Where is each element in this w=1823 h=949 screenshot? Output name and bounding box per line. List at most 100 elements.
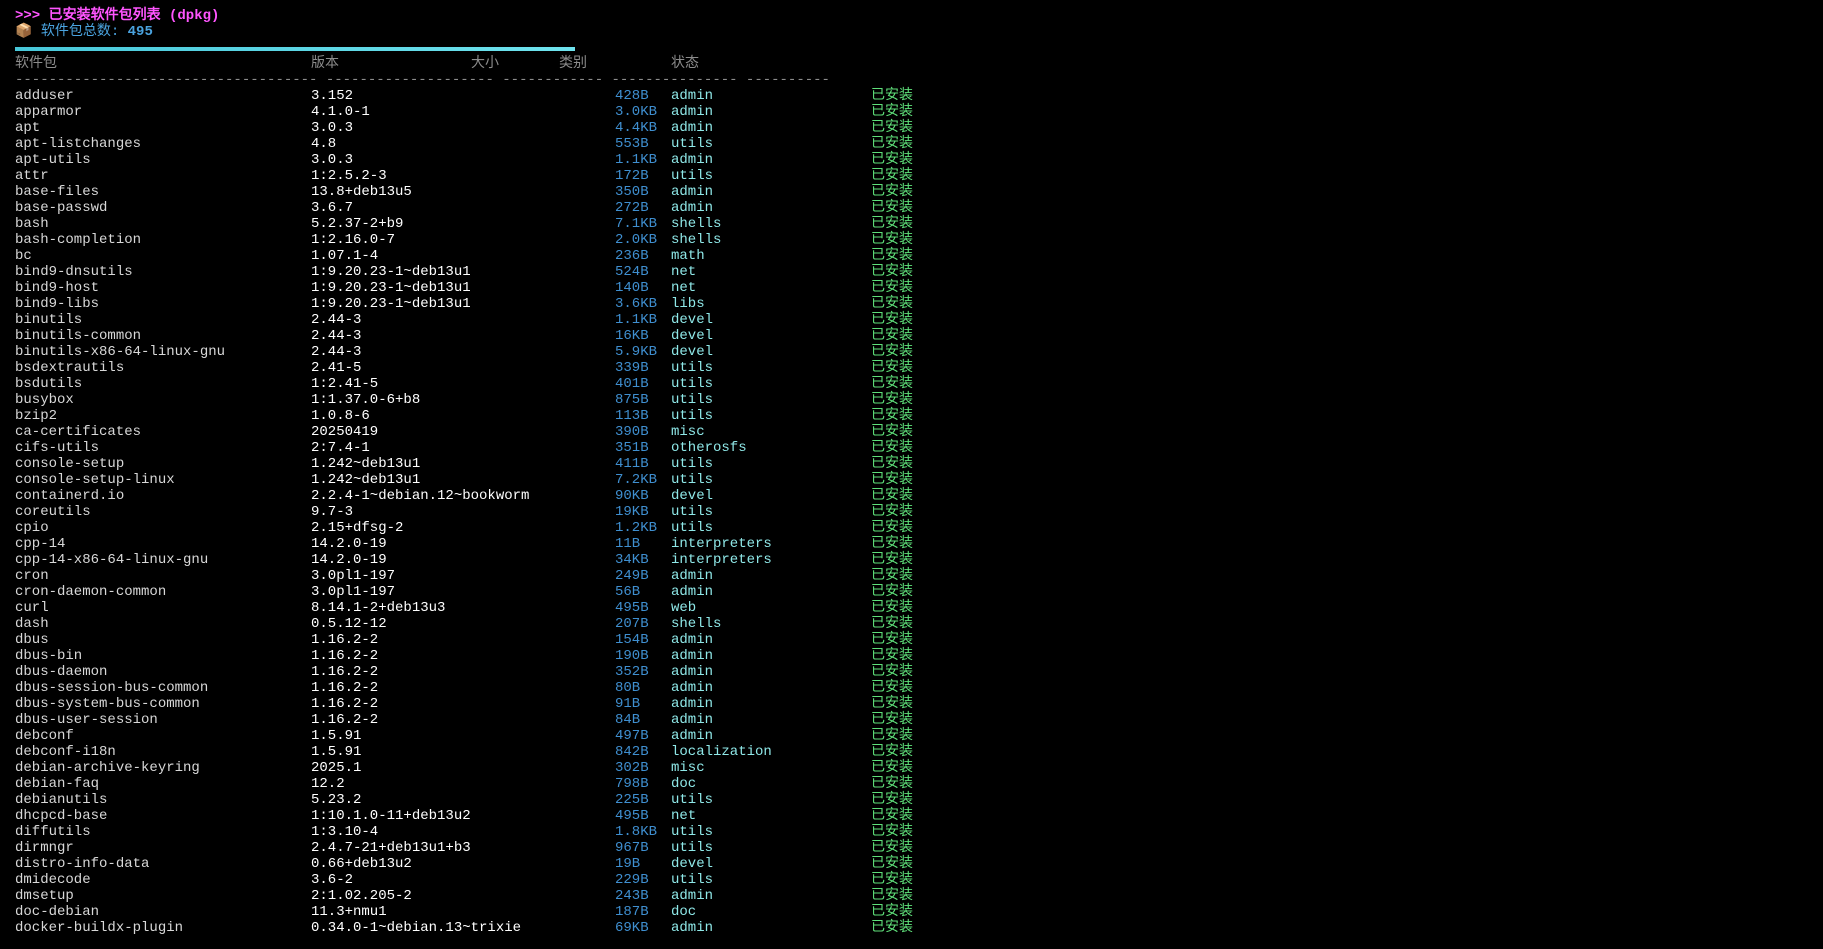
package-category: admin <box>671 104 714 120</box>
table-row: apt-utils 3.0.3 1.1KB admin 已安装 <box>15 152 1815 168</box>
package-name: docker-buildx-plugin <box>15 920 184 936</box>
table-row: bash 5.2.37-2+b9 7.1KB shells 已安装 <box>15 216 1815 232</box>
package-name: dbus-daemon <box>15 664 108 680</box>
package-name: cron-daemon-common <box>15 584 167 600</box>
package-version: 5.2.37-2+b9 <box>311 216 404 232</box>
package-version: 1:9.20.23-1~deb13u1 <box>311 264 471 280</box>
table-row: bzip2 1.0.8-6 113B utils 已安装 <box>15 408 1815 424</box>
package-name: bzip2 <box>15 408 58 424</box>
package-category: utils <box>671 168 714 184</box>
package-status: 已安装 <box>871 88 913 104</box>
package-status: 已安装 <box>871 392 913 408</box>
package-size: 1.1KB <box>615 152 658 168</box>
package-category: admin <box>671 88 714 104</box>
package-status: 已安装 <box>871 152 913 168</box>
package-status: 已安装 <box>871 792 913 808</box>
package-size: 172B <box>615 168 649 184</box>
table-row: console-setup-linux 1.242~deb13u1 7.2KB uti… <box>15 472 1815 488</box>
package-size: 225B <box>615 792 649 808</box>
column-header-size: 大小 <box>471 56 499 72</box>
table-row: dash 0.5.12-12 207B shells 已安装 <box>15 616 1815 632</box>
package-version: 2.44-3 <box>311 344 362 360</box>
package-status: 已安装 <box>871 136 913 152</box>
package-category: admin <box>671 584 714 600</box>
package-version: 2.15+dfsg-2 <box>311 520 404 536</box>
package-status: 已安装 <box>871 632 913 648</box>
package-status: 已安装 <box>871 344 913 360</box>
package-name: bind9-libs <box>15 296 100 312</box>
package-status: 已安装 <box>871 824 913 840</box>
package-name: binutils-x86-64-linux-gnu <box>15 344 226 360</box>
package-status: 已安装 <box>871 264 913 280</box>
package-version: 1.0.8-6 <box>311 408 370 424</box>
package-name: binutils <box>15 312 83 328</box>
progress-bar <box>15 47 575 51</box>
table-row: containerd.io 2.2.4-1~debian.12~bookworm 9… <box>15 488 1815 504</box>
package-status: 已安装 <box>871 648 913 664</box>
package-category: devel <box>671 488 714 504</box>
table-row: cron 3.0pl1-197 249B admin 已安装 <box>15 568 1815 584</box>
table-row: adduser 3.152 428B admin 已安装 <box>15 88 1815 104</box>
package-status: 已安装 <box>871 248 913 264</box>
package-category: misc <box>671 424 705 440</box>
package-version: 1.242~deb13u1 <box>311 472 421 488</box>
package-name: ca-certificates <box>15 424 142 440</box>
table-row: diffutils 1:3.10-4 1.8KB utils 已安装 <box>15 824 1815 840</box>
package-status: 已安装 <box>871 296 913 312</box>
package-version: 2.44-3 <box>311 312 362 328</box>
package-category: admin <box>671 568 714 584</box>
package-size: 7.1KB <box>615 216 658 232</box>
package-status: 已安装 <box>871 584 913 600</box>
package-size: 90KB <box>615 488 649 504</box>
table-row: bc 1.07.1-4 236B math 已安装 <box>15 248 1815 264</box>
package-category: misc <box>671 760 705 776</box>
package-size: 272B <box>615 200 649 216</box>
package-size: 428B <box>615 88 649 104</box>
package-version: 1.242~deb13u1 <box>311 456 421 472</box>
table-row: dbus-bin 1.16.2-2 190B admin 已安装 <box>15 648 1815 664</box>
package-name: base-passwd <box>15 200 108 216</box>
package-version: 12.2 <box>311 776 345 792</box>
package-size: 339B <box>615 360 649 376</box>
package-size: 524B <box>615 264 649 280</box>
table-row: dbus 1.16.2-2 154B admin 已安装 <box>15 632 1815 648</box>
package-name: dirmngr <box>15 840 74 856</box>
package-category: devel <box>671 312 714 328</box>
package-name: apt-listchanges <box>15 136 142 152</box>
package-size: 875B <box>615 392 649 408</box>
package-version: 1.16.2-2 <box>311 632 379 648</box>
package-version: 11.3+nmu1 <box>311 904 387 920</box>
package-status: 已安装 <box>871 712 913 728</box>
package-category: devel <box>671 328 714 344</box>
package-status: 已安装 <box>871 312 913 328</box>
table-row: bash-completion 1:2.16.0-7 2.0KB shells 已安装 <box>15 232 1815 248</box>
package-size: 3.0KB <box>615 104 658 120</box>
package-size: 207B <box>615 616 649 632</box>
table-row: bind9-host 1:9.20.23-1~deb13u1 140B net 已安装 <box>15 280 1815 296</box>
table-row: binutils-common 2.44-3 16KB devel 已安装 <box>15 328 1815 344</box>
package-name: busybox <box>15 392 74 408</box>
package-version: 2.4.7-21+deb13u1+b3 <box>311 840 471 856</box>
table-row: docker-buildx-plugin 0.34.0-1~debian.13~t… <box>15 920 1815 936</box>
package-name: bind9-host <box>15 280 100 296</box>
package-size: 842B <box>615 744 649 760</box>
package-version: 3.6-2 <box>311 872 354 888</box>
package-version: 0.66+deb13u2 <box>311 856 412 872</box>
package-category: doc <box>671 776 697 792</box>
package-size: 249B <box>615 568 649 584</box>
package-count-label: 软件包总数: <box>40 24 128 40</box>
package-version: 2:1.02.205-2 <box>311 888 412 904</box>
package-size: 7.2KB <box>615 472 658 488</box>
package-category: otherosfs <box>671 440 747 456</box>
package-category: admin <box>671 696 714 712</box>
package-size: 401B <box>615 376 649 392</box>
table-row: debconf 1.5.91 497B admin 已安装 <box>15 728 1815 744</box>
package-version: 5.23.2 <box>311 792 362 808</box>
package-version: 4.8 <box>311 136 337 152</box>
package-name: cifs-utils <box>15 440 100 456</box>
table-row: dhcpcd-base 1:10.1.0-11+deb13u2 495B net 已安装 <box>15 808 1815 824</box>
package-status: 已安装 <box>871 184 913 200</box>
table-row: doc-debian 11.3+nmu1 187B doc 已安装 <box>15 904 1815 920</box>
package-size: 4.4KB <box>615 120 658 136</box>
package-count-value: 495 <box>127 24 153 40</box>
